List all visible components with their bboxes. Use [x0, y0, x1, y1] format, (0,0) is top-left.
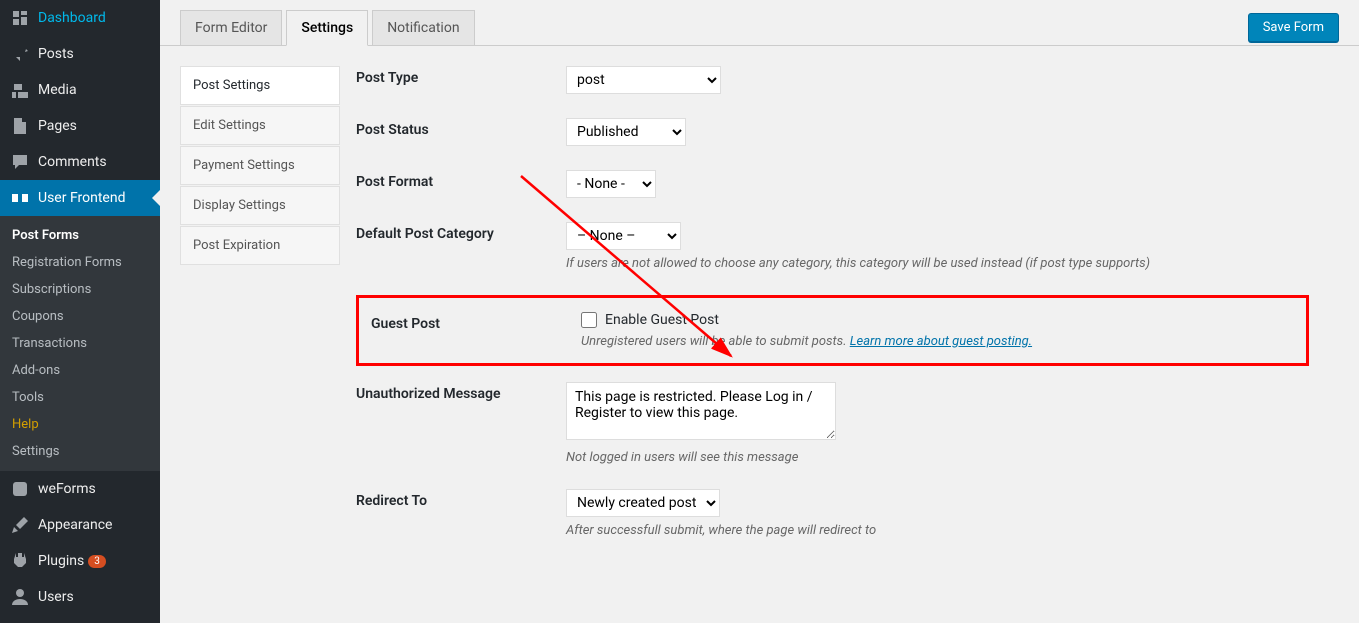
- menu-label: Pages: [38, 118, 77, 134]
- submenu-item-tools[interactable]: Tools: [0, 384, 160, 411]
- checkbox-enable-guest-post[interactable]: [581, 312, 597, 328]
- menu-label: User Frontend: [38, 190, 125, 206]
- settings-nav-display-settings[interactable]: Display Settings: [180, 186, 340, 225]
- plugin-icon: [10, 551, 30, 571]
- dashboard-icon: [10, 8, 30, 28]
- tab-notification[interactable]: Notification: [372, 10, 474, 45]
- save-form-button[interactable]: Save Form: [1248, 13, 1339, 42]
- sidebar-item-appearance[interactable]: Appearance: [0, 507, 160, 543]
- label-default-category: Default Post Category: [356, 222, 566, 242]
- comment-icon: [10, 152, 30, 172]
- sidebar-item-weforms[interactable]: weForms: [0, 471, 160, 507]
- settings-nav-post-settings[interactable]: Post Settings: [180, 66, 340, 105]
- page-icon: [10, 116, 30, 136]
- submenu-item-transactions[interactable]: Transactions: [0, 330, 160, 357]
- label-redirect: Redirect To: [356, 489, 566, 509]
- brush-icon: [10, 515, 30, 535]
- select-post-status[interactable]: Published: [566, 118, 686, 146]
- menu-label: Users: [38, 589, 74, 605]
- submenu-item-help[interactable]: Help: [0, 411, 160, 438]
- tab-form-editor[interactable]: Form Editor: [180, 10, 282, 45]
- submenu-item-post-forms[interactable]: Post Forms: [0, 222, 160, 249]
- desc-unauthorized: Not logged in users will see this messag…: [566, 450, 1309, 465]
- pin-icon: [10, 44, 30, 64]
- select-post-format[interactable]: - None -: [566, 170, 656, 198]
- menu-label: Dashboard: [38, 10, 106, 26]
- desc-redirect: After successfull submit, where the page…: [566, 523, 1309, 538]
- menu-label: Appearance: [38, 517, 112, 533]
- submenu-item-addons[interactable]: Add-ons: [0, 357, 160, 384]
- sidebar-item-user-frontend[interactable]: User Frontend: [0, 180, 160, 216]
- content-wrap: Post Settings Edit Settings Payment Sett…: [160, 46, 1359, 623]
- textarea-unauthorized-message[interactable]: [566, 382, 836, 440]
- select-redirect-to[interactable]: Newly created post: [566, 489, 720, 517]
- menu-label: weForms: [38, 481, 96, 497]
- sidebar-item-plugins[interactable]: Plugins 3: [0, 543, 160, 579]
- sidebar-submenu: Post Forms Registration Forms Subscripti…: [0, 216, 160, 471]
- checkbox-label-guest-post: Enable Guest Post: [605, 312, 719, 328]
- menu-label: Posts: [38, 46, 74, 62]
- sidebar-item-posts[interactable]: Posts: [0, 36, 160, 72]
- tab-settings[interactable]: Settings: [286, 10, 368, 46]
- settings-subnav: Post Settings Edit Settings Payment Sett…: [180, 66, 340, 603]
- sidebar-item-media[interactable]: Media: [0, 72, 160, 108]
- row-unauthorized: Unauthorized Message Not logged in users…: [356, 382, 1309, 465]
- tab-bar: Form Editor Settings Notification Save F…: [160, 0, 1359, 46]
- row-guest-post: Guest Post Enable Guest Post Unregistere…: [371, 312, 1294, 349]
- select-post-type[interactable]: post: [566, 66, 721, 94]
- row-post-format: Post Format - None -: [356, 170, 1309, 198]
- submenu-item-coupons[interactable]: Coupons: [0, 303, 160, 330]
- submenu-item-registration-forms[interactable]: Registration Forms: [0, 249, 160, 276]
- media-icon: [10, 80, 30, 100]
- desc-default-category: If users are not allowed to choose any c…: [566, 256, 1309, 271]
- row-post-type: Post Type post: [356, 66, 1309, 94]
- userfrontend-icon: [10, 188, 30, 208]
- settings-nav-edit-settings[interactable]: Edit Settings: [180, 106, 340, 145]
- sidebar-item-dashboard[interactable]: Dashboard: [0, 0, 160, 36]
- guest-post-highlight: Guest Post Enable Guest Post Unregistere…: [356, 295, 1309, 366]
- label-post-status: Post Status: [356, 118, 566, 138]
- desc-guest-post: Unregistered users will be able to submi…: [581, 334, 1294, 349]
- menu-label: Comments: [38, 154, 107, 170]
- label-guest-post: Guest Post: [371, 312, 581, 332]
- row-post-status: Post Status Published: [356, 118, 1309, 146]
- user-icon: [10, 587, 30, 607]
- link-learn-guest-posting[interactable]: Learn more about guest posting.: [850, 334, 1032, 349]
- label-post-type: Post Type: [356, 66, 566, 86]
- sidebar-item-users[interactable]: Users: [0, 579, 160, 615]
- admin-sidebar: Dashboard Posts Media Pages Comments Use…: [0, 0, 160, 623]
- label-post-format: Post Format: [356, 170, 566, 190]
- sidebar-item-pages[interactable]: Pages: [0, 108, 160, 144]
- settings-body: Post Type post Post Status Published Pos…: [356, 66, 1339, 603]
- select-default-category[interactable]: – None –: [566, 222, 681, 250]
- main-content: Form Editor Settings Notification Save F…: [160, 0, 1359, 623]
- submenu-item-settings[interactable]: Settings: [0, 438, 160, 465]
- label-unauthorized: Unauthorized Message: [356, 382, 566, 402]
- sidebar-item-comments[interactable]: Comments: [0, 144, 160, 180]
- weforms-icon: [10, 479, 30, 499]
- menu-label: Media: [38, 82, 77, 98]
- settings-nav-post-expiration[interactable]: Post Expiration: [180, 226, 340, 265]
- row-redirect: Redirect To Newly created post After suc…: [356, 489, 1309, 538]
- settings-nav-payment-settings[interactable]: Payment Settings: [180, 146, 340, 185]
- submenu-item-subscriptions[interactable]: Subscriptions: [0, 276, 160, 303]
- plugin-count-badge: 3: [88, 555, 106, 568]
- row-default-category: Default Post Category – None – If users …: [356, 222, 1309, 271]
- menu-label: Plugins: [38, 553, 84, 569]
